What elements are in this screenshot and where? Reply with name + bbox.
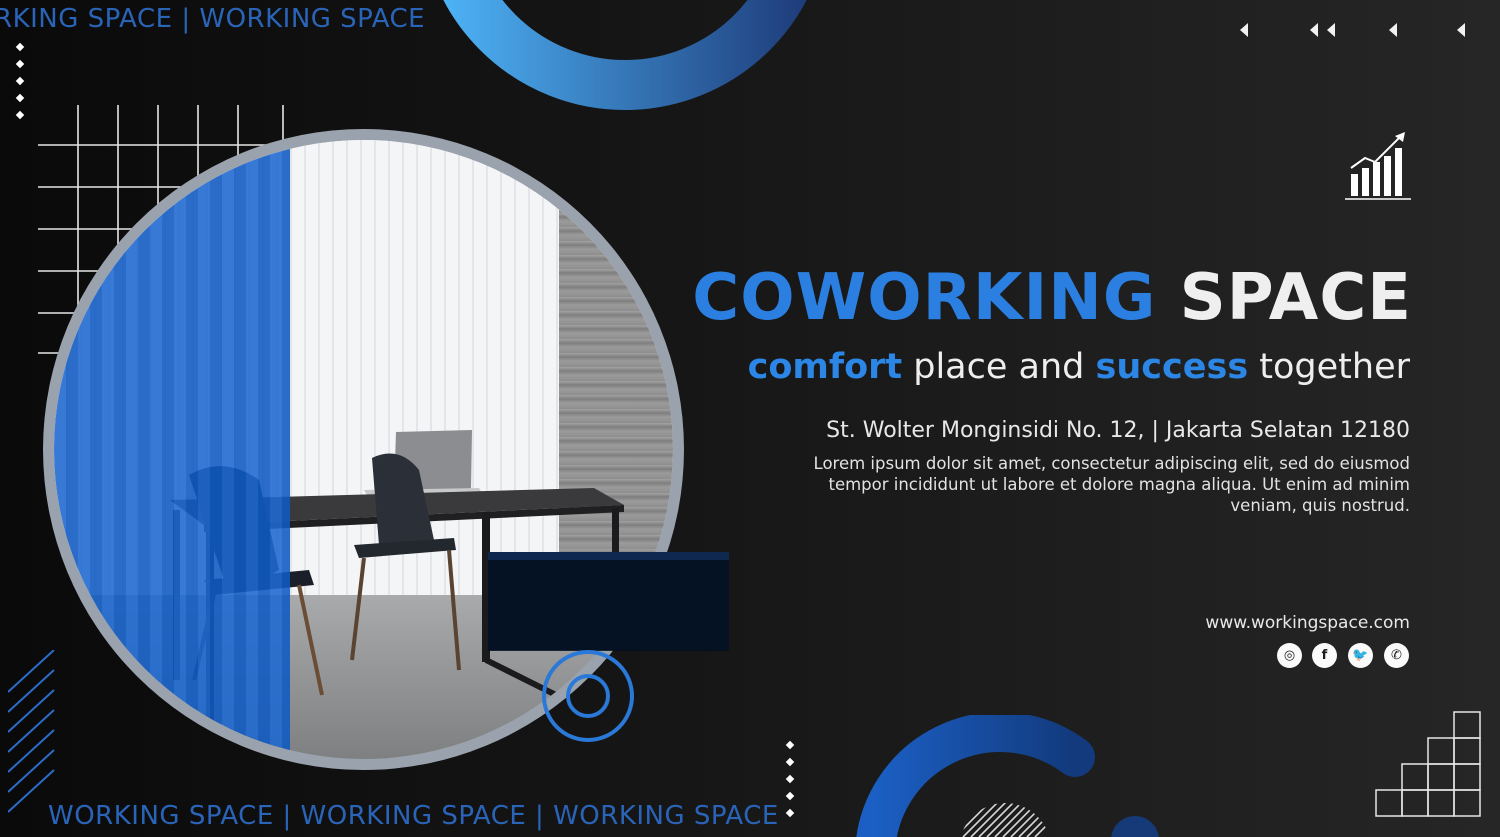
title-coworking: COWORKING [692, 261, 1157, 335]
tagline-together: together [1248, 347, 1410, 387]
bottom-marquee-text: WORKING SPACE | WORKING SPACE | WORKING … [48, 801, 779, 831]
diagonal-lines-decoration [8, 650, 55, 813]
tagline-success: success [1095, 347, 1249, 387]
facebook-icon[interactable]: f [1312, 643, 1337, 668]
instagram-icon[interactable]: ◎ [1277, 643, 1302, 668]
blue-color-overlay [54, 140, 290, 759]
stair-grid-decoration [1375, 711, 1481, 817]
whatsapp-icon[interactable]: ✆ [1384, 643, 1409, 668]
arrow-row-decoration [1240, 23, 1465, 37]
tagline-comfort: comfort [747, 347, 903, 387]
diamond-column-bottom [785, 740, 795, 818]
address: St. Wolter Monginsidi No. 12, | Jakarta … [826, 418, 1410, 443]
description: Lorem ipsum dolor sit amet, consectetur … [813, 454, 1410, 515]
coworking-banner: RKING SPACE | WORKING SPACE WORKING SPAC… [0, 0, 1500, 837]
accent-rectangle-shadow [488, 560, 729, 651]
hatched-semicircle [959, 803, 1051, 837]
bottom-blue-dot [1111, 816, 1159, 837]
twitter-icon[interactable]: 🐦 [1348, 643, 1373, 668]
small-ring-decoration [542, 650, 634, 742]
tagline-place-and: place and [902, 347, 1096, 387]
tagline: comfort place and success together [748, 348, 1410, 387]
top-marquee-text: RKING SPACE | WORKING SPACE [0, 4, 426, 34]
title-space: SPACE [1156, 261, 1412, 335]
growth-chart-icon [1345, 132, 1411, 200]
page-title: COWORKING SPACE [692, 266, 1412, 330]
website-link[interactable]: www.workingspace.com [1205, 613, 1410, 633]
diamond-column-left [15, 42, 25, 120]
top-ring-decoration [443, 0, 807, 110]
